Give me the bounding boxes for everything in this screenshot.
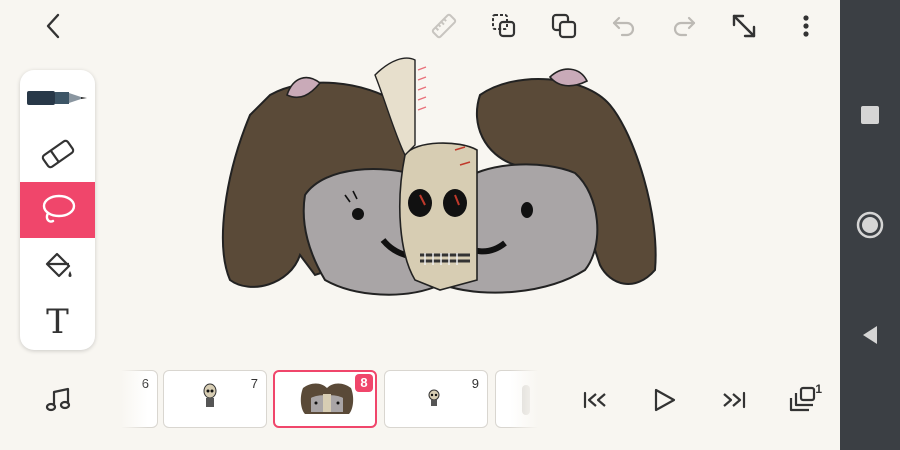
- text-icon: T: [46, 302, 69, 342]
- artwork: [222, 57, 657, 296]
- fill-tool[interactable]: [20, 238, 95, 294]
- copy-layers-icon: [551, 13, 577, 39]
- recents-button[interactable]: [840, 95, 900, 135]
- circle-icon: [856, 211, 884, 239]
- undo-icon: [612, 16, 635, 37]
- text-tool[interactable]: T: [20, 294, 95, 350]
- drawing-canvas[interactable]: T 6 7 8 9 1: [0, 0, 840, 450]
- eraser-icon: [41, 139, 74, 169]
- layers-button[interactable]: 1: [784, 380, 824, 420]
- frame-timeline[interactable]: 6 7 8 9: [118, 366, 538, 434]
- pen-tool[interactable]: [20, 70, 95, 126]
- frame-preview: [300, 383, 354, 414]
- ruler-icon: [431, 13, 457, 39]
- expand-icon: [732, 14, 756, 38]
- triangle-back-icon: [863, 326, 877, 344]
- first-frame-button[interactable]: [575, 380, 615, 420]
- expand-button[interactable]: [724, 6, 764, 46]
- undo-button[interactable]: [604, 6, 644, 46]
- square-icon: [861, 106, 879, 124]
- lasso-icon: [42, 194, 75, 223]
- music-note-icon: [45, 387, 71, 412]
- pen-icon: [26, 91, 87, 105]
- frame-preview: [203, 383, 217, 407]
- redo-button[interactable]: [664, 6, 704, 46]
- play-icon: [654, 388, 676, 412]
- paint-bucket-icon: [45, 252, 71, 278]
- skip-to-start-icon: [583, 391, 606, 409]
- duplicate-frame-icon: [492, 14, 516, 38]
- frame-number: 7: [250, 376, 258, 391]
- home-button[interactable]: [840, 205, 900, 245]
- lasso-tool[interactable]: [20, 182, 95, 238]
- more-options-button[interactable]: [786, 6, 826, 46]
- eraser-tool[interactable]: [20, 126, 95, 182]
- timeline-fade-left: [118, 366, 148, 434]
- music-button[interactable]: [38, 380, 78, 420]
- back-arrow-icon: [46, 13, 60, 39]
- back-button[interactable]: [34, 6, 74, 46]
- copy-layers-button[interactable]: [544, 6, 584, 46]
- duplicate-frame-button[interactable]: [484, 6, 524, 46]
- skip-to-end-icon: [723, 391, 746, 409]
- system-back-button[interactable]: [840, 315, 900, 355]
- frame-number: 9: [471, 376, 479, 391]
- more-vert-icon: [803, 15, 809, 37]
- timeline-fade-right: [510, 366, 550, 434]
- frame-thumbnail[interactable]: 9: [384, 370, 488, 428]
- tool-panel: T: [20, 70, 95, 350]
- frame-preview: [428, 389, 440, 406]
- ruler-button[interactable]: [424, 6, 464, 46]
- redo-icon: [673, 16, 696, 37]
- system-navigation-bar: [840, 0, 900, 450]
- layers-count-badge: 1: [815, 382, 822, 396]
- frame-thumbnail-current[interactable]: 8: [273, 370, 377, 428]
- last-frame-button[interactable]: [714, 380, 754, 420]
- play-button[interactable]: [644, 380, 684, 420]
- frame-number: 8: [355, 374, 373, 392]
- frame-thumbnail[interactable]: 7: [163, 370, 267, 428]
